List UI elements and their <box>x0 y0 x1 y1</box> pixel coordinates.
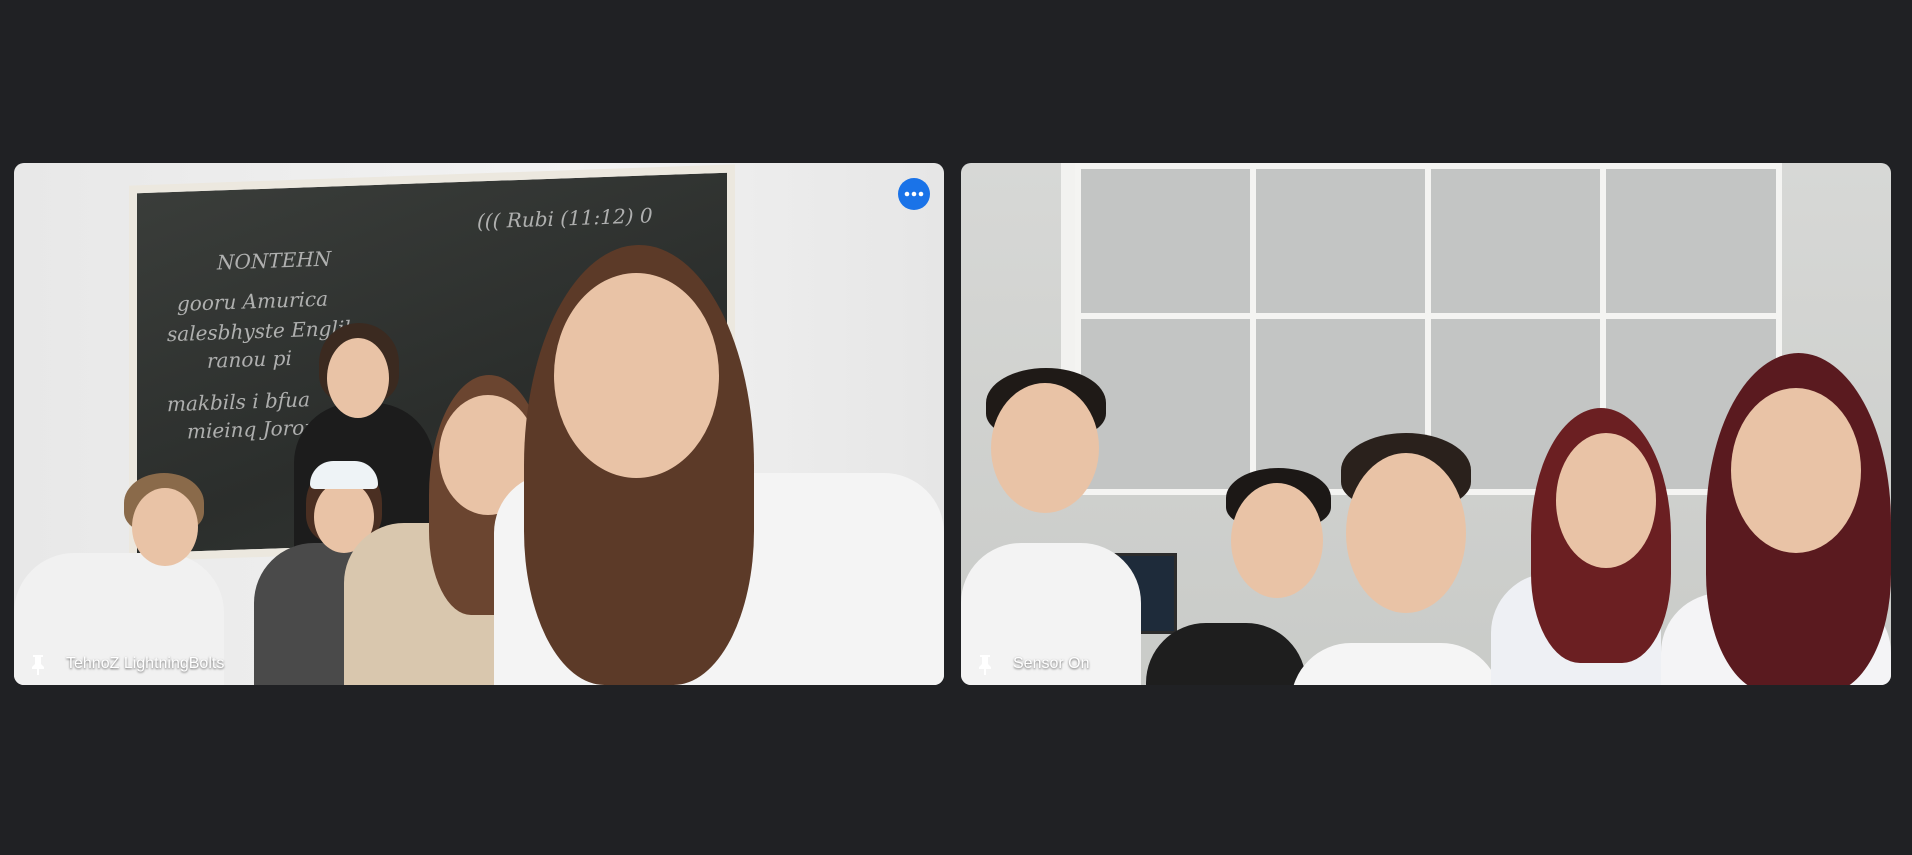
participant-tile-sensor-on[interactable]: Sensor On <box>961 163 1891 685</box>
pin-icon[interactable] <box>975 653 995 675</box>
chalk-text: ranou pi <box>207 345 292 373</box>
chalk-text: makbils i bfua <box>167 387 310 417</box>
video-feed: NONTEHN ((( Rubi (11:12) 0 gooru Amurica… <box>14 163 944 685</box>
more-options-icon <box>904 191 924 197</box>
participant-name-tag: TehnoZ LightningBolts <box>28 653 224 675</box>
participant-name: Sensor On <box>1013 655 1090 672</box>
pin-icon[interactable] <box>28 653 48 675</box>
chalk-text: ((( Rubi (11:12) 0 <box>477 203 653 234</box>
participant-name: TehnoZ LightningBolts <box>66 655 225 672</box>
meeting-stage: NONTEHN ((( Rubi (11:12) 0 gooru Amurica… <box>0 0 1912 855</box>
participant-tile-tehnoz[interactable]: NONTEHN ((( Rubi (11:12) 0 gooru Amurica… <box>14 163 944 685</box>
participant-name-tag: Sensor On <box>975 653 1089 675</box>
chalk-text: NONTEHN <box>217 246 332 275</box>
video-feed <box>961 163 1891 685</box>
more-options-button[interactable] <box>898 178 930 210</box>
chalk-text: gooru Amurica <box>177 286 329 316</box>
